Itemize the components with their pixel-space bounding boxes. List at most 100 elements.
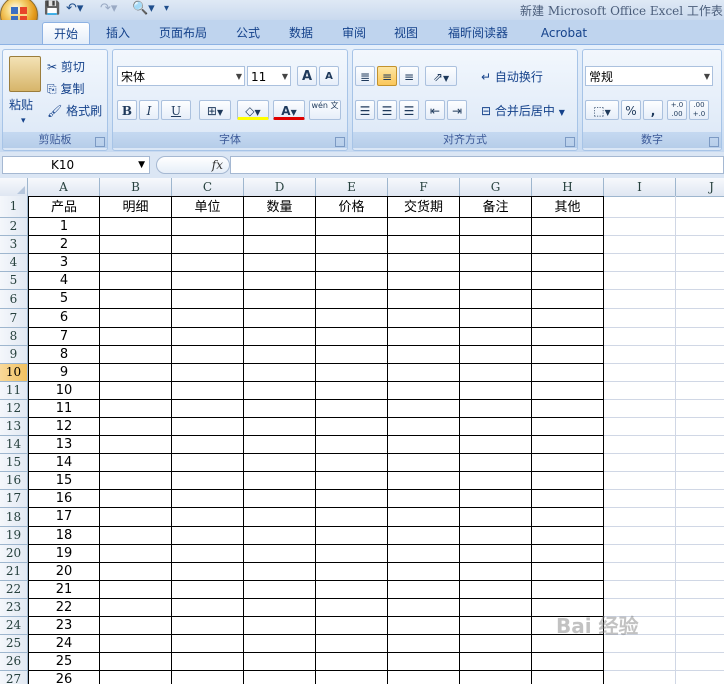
column-header[interactable]: G	[460, 178, 532, 196]
grid-cell[interactable]	[388, 272, 460, 290]
grid-cell[interactable]	[388, 545, 460, 563]
header-cell[interactable]: 价格	[316, 196, 388, 218]
grid-cell[interactable]	[604, 527, 676, 545]
table-cell-product[interactable]: 1	[28, 218, 100, 236]
table-cell-product[interactable]: 14	[28, 454, 100, 472]
grid-cell[interactable]	[676, 563, 724, 581]
column-header[interactable]: E	[316, 178, 388, 196]
grid-cell[interactable]	[244, 290, 316, 309]
row-header[interactable]: 13	[0, 418, 28, 436]
font-size-select[interactable]: 11 ▼	[247, 66, 291, 86]
grid-cell[interactable]	[676, 436, 724, 454]
grid-cell[interactable]	[460, 671, 532, 684]
grid-cell[interactable]	[532, 309, 604, 328]
column-header[interactable]: B	[100, 178, 172, 196]
grid-cell[interactable]	[100, 290, 172, 309]
grid-cell[interactable]	[244, 346, 316, 364]
grid-cell[interactable]	[460, 490, 532, 508]
align-left-button[interactable]: ☰	[355, 100, 375, 120]
grid-cell[interactable]	[532, 346, 604, 364]
grid-cell[interactable]	[172, 454, 244, 472]
grid-cell[interactable]	[460, 254, 532, 272]
header-cell[interactable]: 产品	[28, 196, 100, 218]
grid-cell[interactable]	[460, 527, 532, 545]
grid-cell[interactable]	[244, 218, 316, 236]
grid-cell[interactable]	[460, 436, 532, 454]
table-cell-product[interactable]: 3	[28, 254, 100, 272]
grid-cell[interactable]	[460, 272, 532, 290]
grid-cell[interactable]	[100, 364, 172, 382]
grid-cell[interactable]	[316, 328, 388, 346]
grid-cell[interactable]	[100, 671, 172, 684]
grid-cell[interactable]	[388, 454, 460, 472]
grid-cell[interactable]	[316, 454, 388, 472]
grid-cell[interactable]	[172, 400, 244, 418]
tab-page-layout[interactable]: 页面布局	[152, 23, 214, 43]
grid-cell[interactable]	[388, 400, 460, 418]
grid-cell[interactable]	[100, 545, 172, 563]
table-cell-product[interactable]: 25	[28, 653, 100, 671]
align-middle-button[interactable]: ≡	[377, 66, 397, 86]
grid-cell[interactable]	[460, 563, 532, 581]
grid-cell[interactable]	[388, 508, 460, 527]
grid-cell[interactable]	[172, 254, 244, 272]
grid-cell[interactable]	[388, 581, 460, 599]
table-cell-product[interactable]: 2	[28, 236, 100, 254]
grid-cell[interactable]	[244, 418, 316, 436]
grid-cell[interactable]	[460, 617, 532, 635]
grow-font-button[interactable]: A	[297, 66, 317, 86]
save-icon[interactable]: 💾	[44, 1, 60, 17]
tab-review[interactable]: 审阅	[334, 23, 374, 43]
increase-decimal-button[interactable]: +.0 .00	[667, 100, 687, 120]
orientation-button[interactable]: ⇗▼	[425, 66, 457, 86]
grid-cell[interactable]	[388, 346, 460, 364]
grid-cell[interactable]	[100, 328, 172, 346]
grid-cell[interactable]	[676, 418, 724, 436]
row-header[interactable]: 5	[0, 272, 28, 290]
grid-cell[interactable]	[604, 346, 676, 364]
grid-cell[interactable]	[316, 236, 388, 254]
grid-cell[interactable]	[172, 346, 244, 364]
table-cell-product[interactable]: 21	[28, 581, 100, 599]
row-header[interactable]: 1	[0, 196, 28, 218]
grid-cell[interactable]	[316, 254, 388, 272]
worksheet-grid[interactable]: ABCDEFGHIJ 1 产品 明细 单位 数量 价格 交货期 备注 其他 2 1 3 2 4 3 5 4 6 5 7…	[0, 178, 724, 684]
grid-cell[interactable]	[172, 236, 244, 254]
percent-button[interactable]: %	[621, 100, 641, 120]
insert-function-button[interactable]: fx	[156, 156, 230, 174]
print-preview-icon[interactable]: 🔍▾	[132, 1, 155, 17]
grid-cell[interactable]	[244, 254, 316, 272]
grid-cell[interactable]	[604, 218, 676, 236]
header-cell[interactable]: 备注	[460, 196, 532, 218]
grid-cell[interactable]	[676, 671, 724, 684]
grid-cell[interactable]	[100, 563, 172, 581]
grid-cell[interactable]	[676, 545, 724, 563]
row-header[interactable]: 6	[0, 290, 28, 309]
grid-cell[interactable]	[316, 382, 388, 400]
grid-cell[interactable]	[676, 290, 724, 309]
grid-cell[interactable]	[316, 490, 388, 508]
grid-cell[interactable]	[172, 563, 244, 581]
phonetic-guide-button[interactable]: wén 文	[309, 100, 341, 120]
grid-cell[interactable]	[604, 418, 676, 436]
grid-cell[interactable]	[388, 436, 460, 454]
grid-cell[interactable]	[316, 599, 388, 617]
grid-cell[interactable]	[460, 400, 532, 418]
row-header[interactable]: 20	[0, 545, 28, 563]
grid-cell[interactable]	[172, 309, 244, 328]
grid-cell[interactable]	[460, 364, 532, 382]
paste-dropdown-icon[interactable]: ▾	[21, 112, 26, 130]
grid-cell[interactable]	[604, 671, 676, 684]
grid-cell[interactable]	[100, 527, 172, 545]
italic-button[interactable]: I	[139, 100, 159, 120]
grid-cell[interactable]	[172, 290, 244, 309]
table-cell-product[interactable]: 11	[28, 400, 100, 418]
grid-cell[interactable]	[100, 418, 172, 436]
grid-cell[interactable]	[604, 236, 676, 254]
grid-cell[interactable]	[676, 309, 724, 328]
header-cell[interactable]: 单位	[172, 196, 244, 218]
grid-cell[interactable]	[604, 196, 676, 218]
grid-cell[interactable]	[532, 545, 604, 563]
grid-cell[interactable]	[244, 490, 316, 508]
grid-cell[interactable]	[244, 400, 316, 418]
